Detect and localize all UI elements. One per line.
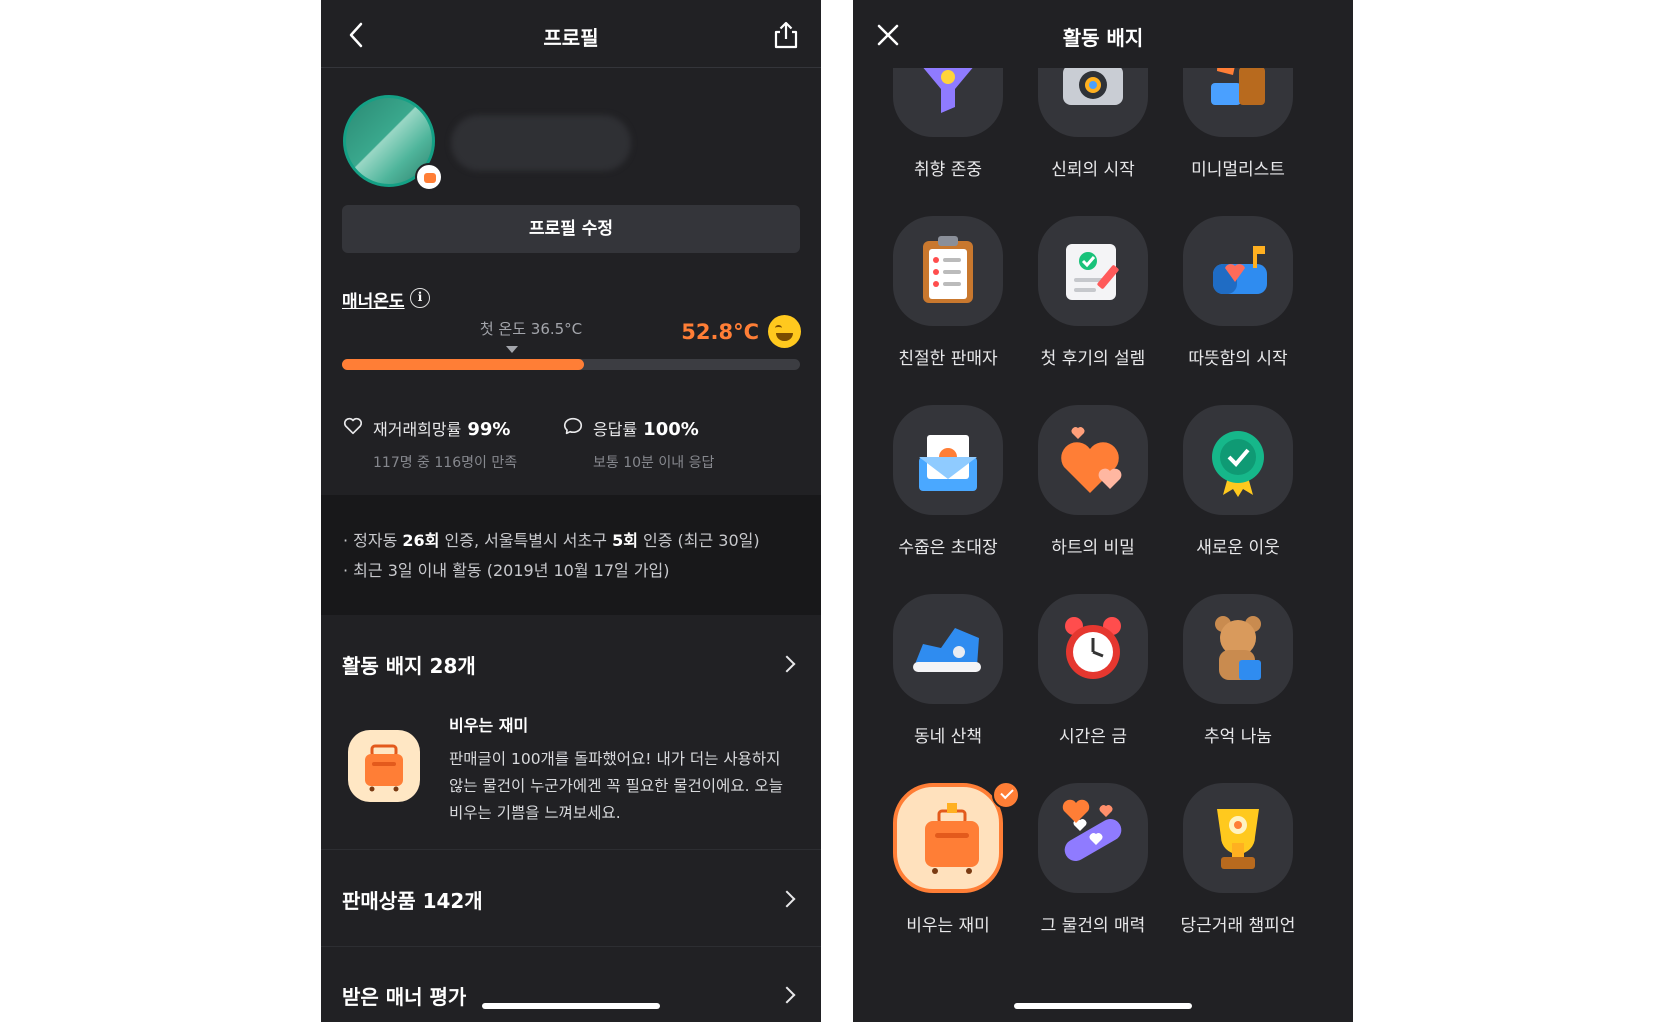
reviews-section-title: 받은 매너 평가 — [342, 985, 467, 1009]
first-temp-label: 첫 온도 36.5°C — [479, 320, 583, 338]
teddy-bear-icon — [1183, 594, 1293, 704]
badge-label: 첫 후기의 설렘 — [1040, 349, 1146, 369]
badge-label: 따뜻함의 시작 — [1188, 349, 1288, 369]
manner-temp-value: 52.8°C — [681, 320, 759, 344]
trophy-icon — [1183, 783, 1293, 893]
home-indicator — [1014, 1003, 1192, 1009]
badge-label: 신뢰의 시작 — [1051, 160, 1135, 180]
chevron-right-icon[interactable] — [778, 986, 796, 1004]
response-rate-label: 응답률 — [593, 420, 638, 439]
first-temp-marker-icon — [506, 346, 518, 353]
heart-outline-icon — [343, 417, 363, 435]
badge-item[interactable]: 그 물건의 매력 — [1013, 783, 1173, 983]
badge-label: 새로운 이웃 — [1196, 538, 1280, 558]
sales-section[interactable]: 판매상품 142개 — [321, 850, 821, 947]
profile-screen: 프로필 프로필 수정 매너온도 i 첫 온도 36.5°C 52.8°C 재거래… — [321, 0, 821, 1022]
badge-label: 수줍은 초대장 — [898, 538, 998, 558]
badges-screen: 활동 배지 취향 존중 신뢰의 시작 미니멀리스트친절한 판매자 첫 후기의 설렘 따뜻… — [853, 0, 1353, 1022]
share-icon[interactable] — [771, 20, 801, 50]
badge-item[interactable]: 수줍은 초대장 — [868, 405, 1028, 605]
response-rate-sub: 보통 10분 이내 응답 — [593, 455, 715, 471]
laughing-face-icon — [768, 315, 801, 348]
badge-label: 시간은 금 — [1059, 727, 1127, 747]
reviews-section[interactable]: 받은 매너 평가 — [321, 947, 821, 1022]
verification-info-box: · 정자동 26회 인증, 서울특별시 서초구 5회 인증 (최근 30일) ·… — [321, 495, 821, 615]
activity-line: · 최근 3일 이내 활동 (2019년 10월 17일 가입) — [343, 561, 670, 580]
badge-item[interactable]: 비우는 재미 — [868, 781, 1028, 983]
home-indicator — [482, 1003, 660, 1009]
mailbox-icon — [1183, 216, 1293, 326]
profile-header: 프로필 — [321, 0, 821, 68]
award-badge-icon — [1183, 405, 1293, 515]
chevron-right-icon[interactable] — [778, 890, 796, 908]
badge-item[interactable]: 시간은 금 — [1013, 594, 1173, 794]
rebuy-rate-value: 99% — [467, 419, 511, 440]
badge-label: 추억 나눔 — [1204, 727, 1272, 747]
alarm-clock-icon — [1038, 594, 1148, 704]
review-note-icon — [1038, 216, 1148, 326]
badge-label: 그 물건의 매력 — [1040, 916, 1146, 936]
featured-badge-desc: 판매글이 100개를 돌파했어요! 내가 더는 사용하지 않는 물건이 누군가에… — [449, 750, 783, 822]
rebuy-rate-label: 재거래희망률 — [373, 420, 462, 439]
chat-bubble-icon — [563, 417, 583, 435]
sales-section-title: 판매상품 142개 — [342, 889, 483, 913]
info-icon[interactable]: i — [410, 288, 430, 308]
manner-temp-bar-fill — [342, 359, 584, 370]
page-title: 프로필 — [543, 26, 599, 50]
avatar-badge-icon — [415, 163, 443, 191]
sneaker-icon — [893, 594, 1003, 704]
badge-label: 취향 존중 — [914, 160, 982, 180]
manner-temp-label[interactable]: 매너온도 — [342, 287, 405, 312]
invitation-icon — [893, 405, 1003, 515]
badge-item[interactable]: 당근거래 챔피언 — [1158, 783, 1318, 983]
badge-label: 하트의 비밀 — [1051, 538, 1135, 558]
badge-item[interactable]: 추억 나눔 — [1158, 594, 1318, 794]
badge-item[interactable]: 동네 산책 — [868, 594, 1028, 794]
badge-label: 당근거래 챔피언 — [1180, 916, 1296, 936]
badge-item[interactable]: 친절한 판매자 — [868, 216, 1028, 416]
suitcase-icon — [893, 783, 1003, 893]
rebuy-rate-sub: 117명 중 116명이 만족 — [373, 455, 518, 471]
badge-label: 동네 산책 — [914, 727, 982, 747]
badge-label: 친절한 판매자 — [898, 349, 998, 369]
hearts-icon — [1038, 405, 1148, 515]
verification-line: · 정자동 26회 인증, 서울특별시 서초구 5회 인증 (최근 30일) — [343, 531, 760, 550]
badges-section-title: 활동 배지 28개 — [342, 654, 476, 678]
chevron-right-icon[interactable] — [778, 655, 796, 673]
featured-badge-suitcase-icon — [348, 730, 420, 802]
manner-temp-bar — [342, 359, 800, 370]
badge-item[interactable]: 새로운 이웃 — [1158, 405, 1318, 605]
badge-label: 비우는 재미 — [906, 916, 990, 936]
response-rate-value: 100% — [643, 419, 699, 440]
bandage-hearts-icon — [1038, 783, 1148, 893]
badge-item[interactable]: 하트의 비밀 — [1013, 405, 1173, 605]
badge-item[interactable]: 첫 후기의 설렘 — [1013, 216, 1173, 416]
featured-badge-name: 비우는 재미 — [449, 716, 529, 735]
clipboard-icon — [893, 216, 1003, 326]
badge-item[interactable]: 따뜻함의 시작 — [1158, 216, 1318, 416]
page-title: 활동 배지 — [1062, 26, 1144, 50]
username-blurred — [451, 115, 631, 171]
badges-header: 활동 배지 — [853, 0, 1353, 68]
edit-profile-button[interactable]: 프로필 수정 — [342, 205, 800, 253]
badge-label: 미니멀리스트 — [1191, 160, 1285, 180]
